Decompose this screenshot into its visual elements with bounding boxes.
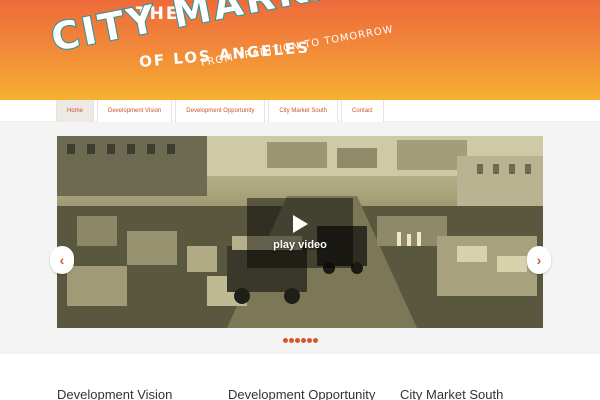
- nav-item-contact[interactable]: Contact: [341, 100, 384, 122]
- play-video-button[interactable]: play video: [247, 198, 353, 268]
- slider-prev-button[interactable]: ‹: [50, 246, 74, 274]
- play-icon: [292, 215, 308, 233]
- nav-item-development-vision[interactable]: Development Vision: [97, 100, 173, 122]
- slider-pagination: [283, 338, 319, 343]
- hero-slider: play video ‹ ›: [0, 122, 600, 354]
- slider-dot[interactable]: [283, 338, 288, 343]
- column-title-development-vision: Development Vision: [57, 387, 173, 400]
- content-columns: Development Vision Development Opportuni…: [0, 354, 600, 400]
- slider-dot[interactable]: [289, 338, 294, 343]
- nav-item-development-opportunity[interactable]: Development Opportunity: [175, 100, 266, 122]
- column-title-city-market-south: City Market South: [400, 387, 504, 400]
- slider-next-button[interactable]: ›: [527, 246, 551, 274]
- slider-dot[interactable]: [301, 338, 306, 343]
- chevron-left-icon: ‹: [59, 252, 65, 268]
- play-video-label: play video: [273, 239, 327, 251]
- nav-item-city-market-south[interactable]: City Market South: [268, 100, 339, 122]
- slider-dot[interactable]: [295, 338, 300, 343]
- chevron-right-icon: ›: [536, 252, 542, 268]
- main-navigation: Home Development Vision Development Oppo…: [0, 100, 600, 122]
- site-header: THE CITY MARKET OF LOS ANGELES FROM TRAD…: [0, 0, 600, 100]
- nav-item-home[interactable]: Home: [56, 100, 95, 122]
- slider-dot[interactable]: [307, 338, 312, 343]
- slider-dot[interactable]: [313, 338, 318, 343]
- slide-image-historic-market: play video: [57, 136, 543, 328]
- site-logo[interactable]: THE CITY MARKET OF LOS ANGELES FROM TRAD…: [0, 0, 600, 100]
- column-title-development-opportunity: Development Opportunity: [228, 387, 376, 400]
